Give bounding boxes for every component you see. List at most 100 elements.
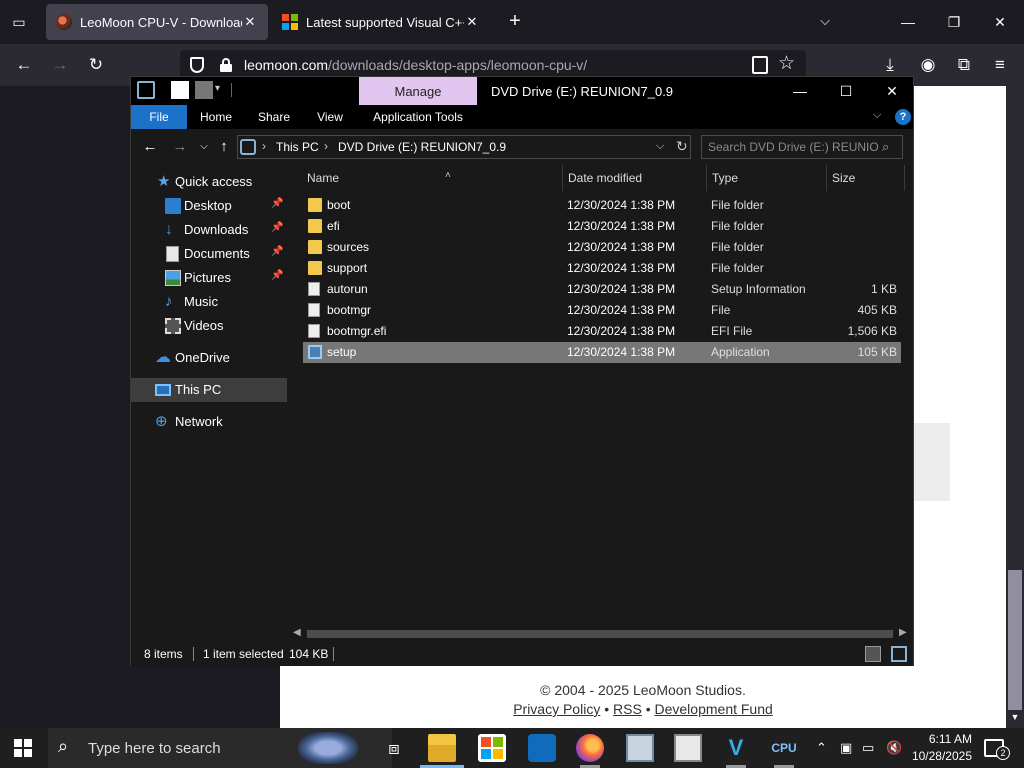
expand-ribbon-icon[interactable]: ⌵: [873, 109, 881, 122]
maximize-icon[interactable]: ☐: [823, 77, 869, 105]
address-dropdown-icon[interactable]: ⌵: [656, 140, 664, 153]
network-status-icon[interactable]: ▭: [862, 740, 874, 756]
column-divider[interactable]: [562, 165, 563, 191]
task-view-icon[interactable]: ⧈: [380, 734, 408, 762]
refresh-icon[interactable]: ↻: [676, 138, 688, 155]
address-bar[interactable]: › This PC › DVD Drive (E:) REUNION7_0.9 …: [237, 135, 691, 159]
column-divider[interactable]: [706, 165, 707, 191]
close-icon[interactable]: ✕: [869, 77, 915, 105]
column-divider[interactable]: [904, 165, 905, 191]
meet-now-icon[interactable]: ▣: [840, 740, 852, 756]
column-header-type[interactable]: Type: [712, 165, 824, 191]
notepad-icon[interactable]: [674, 734, 702, 762]
column-divider[interactable]: [826, 165, 827, 191]
help-icon[interactable]: ?: [895, 109, 911, 125]
control-panel-icon[interactable]: [626, 734, 654, 762]
close-icon[interactable]: ✕: [986, 8, 1014, 36]
details-view-icon[interactable]: [865, 646, 881, 662]
pin-icon[interactable]: 📌: [271, 270, 283, 281]
account-icon[interactable]: ◉: [916, 53, 940, 77]
puzzle-icon[interactable]: ⧉: [952, 53, 976, 77]
nav-music[interactable]: ♪ Music: [131, 290, 287, 314]
recent-locations-icon[interactable]: ⌵: [195, 138, 213, 156]
minimize-icon[interactable]: —: [894, 8, 922, 36]
horizontal-scrollbar-thumb[interactable]: [307, 630, 893, 638]
file-explorer-icon[interactable]: [420, 734, 464, 768]
development-fund-link[interactable]: Development Fund: [655, 701, 773, 717]
file-row[interactable]: autorun 12/30/2024 1:38 PM Setup Informa…: [303, 279, 901, 300]
file-row[interactable]: boot 12/30/2024 1:38 PM File folder: [303, 195, 901, 216]
nav-downloads[interactable]: ↓ Downloads 📌: [131, 218, 287, 242]
file-row[interactable]: bootmgr 12/30/2024 1:38 PM File 405 KB: [303, 300, 901, 321]
explorer-title-bar[interactable]: ▾ Manage DVD Drive (E:) REUNION7_0.9 — ☐…: [131, 77, 913, 105]
pin-icon[interactable]: 📌: [271, 222, 283, 233]
search-input[interactable]: [708, 139, 878, 155]
properties-icon[interactable]: [171, 81, 189, 99]
breadcrumb-this-pc[interactable]: This PC: [276, 140, 319, 154]
ribbon-tab-application-tools[interactable]: Application Tools: [365, 105, 471, 129]
microsoft-store-icon[interactable]: [478, 734, 506, 762]
restore-icon[interactable]: ❐: [940, 8, 968, 36]
search-highlight-art[interactable]: [298, 732, 358, 764]
search-box[interactable]: ⌕: [701, 135, 903, 159]
privacy-policy-link[interactable]: Privacy Policy: [513, 701, 600, 717]
minimize-icon[interactable]: —: [777, 77, 823, 105]
pin-icon[interactable]: 📌: [271, 198, 283, 209]
file-row[interactable]: bootmgr.efi 12/30/2024 1:38 PM EFI File …: [303, 321, 901, 342]
clock[interactable]: 6:11 AM 10/28/2025: [906, 731, 972, 765]
vscode-icon[interactable]: V: [722, 734, 750, 768]
download-icon[interactable]: ⤓: [878, 53, 902, 77]
nav-onedrive[interactable]: ☁ OneDrive: [131, 346, 287, 370]
nav-videos[interactable]: Videos: [131, 314, 287, 338]
cpu-z-icon[interactable]: CPU: [770, 734, 798, 768]
back-arrow-icon[interactable]: ←: [12, 53, 36, 77]
up-arrow-icon[interactable]: ↑: [215, 138, 233, 156]
ribbon-tab-view[interactable]: View: [307, 105, 353, 129]
chevron-down-icon[interactable]: ⌵: [814, 10, 836, 32]
reload-icon[interactable]: ↻: [84, 53, 108, 77]
windows-start-icon[interactable]: [14, 739, 32, 757]
close-tab-icon[interactable]: ✕: [242, 14, 258, 30]
show-hidden-icons-chevron-icon[interactable]: ⌃: [816, 740, 827, 756]
back-arrow-icon[interactable]: ←: [141, 138, 159, 156]
large-icons-view-icon[interactable]: [891, 646, 907, 662]
url-text[interactable]: leomoon.com/downloads/desktop-apps/leomo…: [244, 57, 587, 73]
reader-view-icon[interactable]: [752, 56, 768, 74]
tab-visual-cpp[interactable]: Latest supported Visual C++ Re ✕: [272, 4, 490, 40]
horizontal-scrollbar[interactable]: ◀ ▶: [289, 625, 913, 641]
nav-network[interactable]: ⊕ Network: [131, 410, 287, 434]
breadcrumb-dvd-drive[interactable]: DVD Drive (E:) REUNION7_0.9: [338, 140, 506, 154]
scroll-right-arrow-icon[interactable]: ▶: [899, 627, 907, 638]
plus-icon[interactable]: +: [504, 10, 526, 32]
hamburger-menu-icon[interactable]: ≡: [988, 53, 1012, 77]
tab-leomoon[interactable]: LeoMoon CPU-V - Downloads ✕: [46, 4, 268, 40]
column-header-date-modified[interactable]: Date modified: [568, 165, 704, 191]
firefox-icon[interactable]: [576, 734, 604, 768]
tracking-protection-shield-icon[interactable]: [190, 57, 204, 73]
file-row-selected[interactable]: setup 12/30/2024 1:38 PM Application 105…: [303, 342, 901, 363]
column-header-name[interactable]: Name ˄: [307, 165, 559, 191]
taskbar-search[interactable]: ⌕ Type here to search: [48, 728, 392, 768]
bookmark-star-icon[interactable]: ☆: [778, 52, 795, 75]
nav-documents[interactable]: Documents 📌: [131, 242, 287, 266]
scroll-left-arrow-icon[interactable]: ◀: [293, 627, 301, 638]
manage-context-tab[interactable]: Manage: [359, 77, 477, 105]
forward-arrow-icon[interactable]: →: [171, 138, 189, 156]
pin-icon[interactable]: 📌: [271, 246, 283, 257]
ribbon-tab-file[interactable]: File: [131, 105, 187, 129]
breadcrumb-chevron-icon[interactable]: ›: [324, 139, 328, 153]
nav-desktop[interactable]: Desktop 📌: [131, 194, 287, 218]
ribbon-tab-home[interactable]: Home: [193, 105, 239, 129]
nav-this-pc[interactable]: This PC: [131, 378, 287, 402]
ribbon-tab-share[interactable]: Share: [251, 105, 297, 129]
breadcrumb-chevron-icon[interactable]: ›: [262, 139, 266, 153]
new-folder-icon[interactable]: [195, 81, 213, 99]
file-row[interactable]: efi 12/30/2024 1:38 PM File folder: [303, 216, 901, 237]
forward-arrow-icon[interactable]: →: [48, 53, 72, 77]
page-scrollbar-thumb[interactable]: [1008, 570, 1022, 710]
volume-muted-icon[interactable]: 🔇: [886, 740, 902, 756]
file-row[interactable]: support 12/30/2024 1:38 PM File folder: [303, 258, 901, 279]
nav-quick-access[interactable]: ★ Quick access: [131, 170, 287, 194]
customize-toolbar-icon[interactable]: ▾: [215, 83, 220, 94]
rss-link[interactable]: RSS: [613, 701, 642, 717]
